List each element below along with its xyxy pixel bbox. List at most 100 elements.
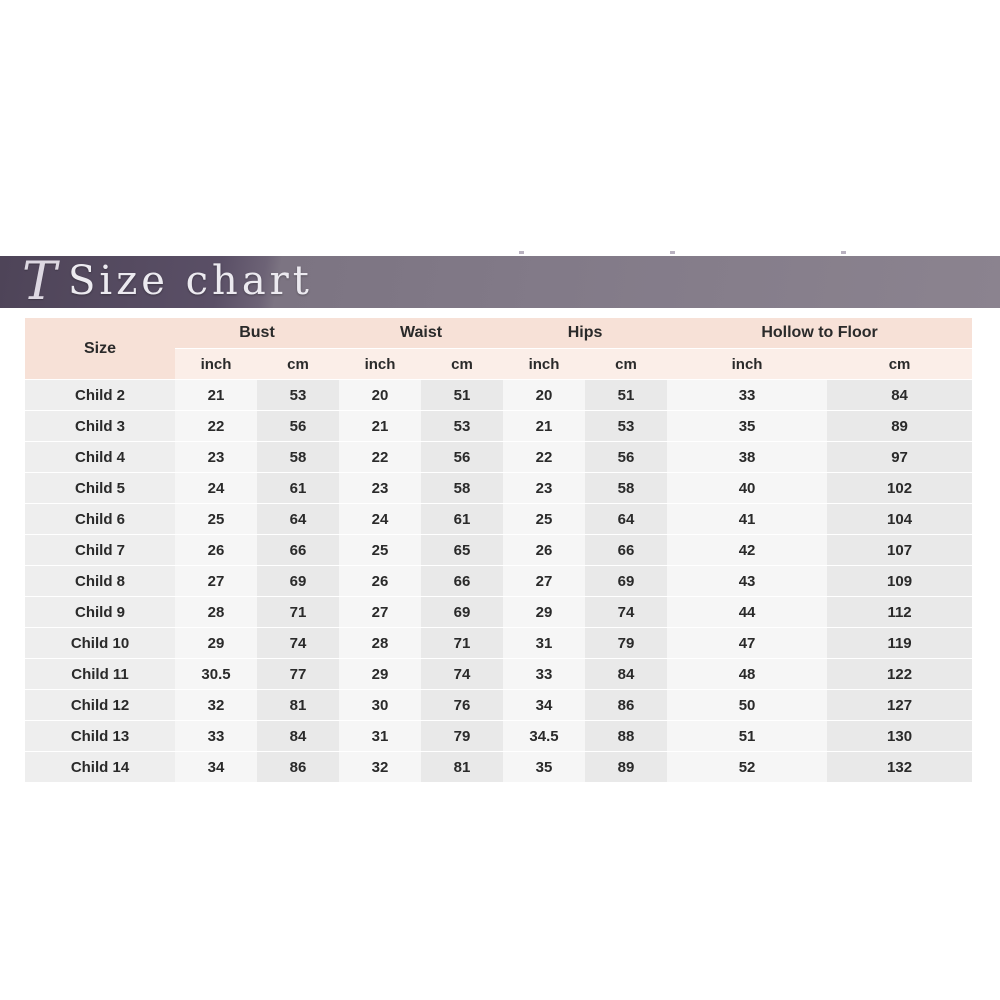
cell-waist-cm: 79 bbox=[421, 721, 504, 751]
cell-waist-inch: 32 bbox=[339, 752, 421, 782]
table-header-group-row: Size Bust Waist Hips Hollow to Floor bbox=[25, 318, 973, 379]
cell-size: Child 13 bbox=[25, 721, 175, 751]
column-header-waist-inch: inch bbox=[339, 349, 421, 379]
cell-waist-inch: 26 bbox=[339, 566, 421, 596]
cell-hips-inch: 33 bbox=[503, 659, 586, 689]
table-row: Child 10 29 74 28 71 31 79 47 119 bbox=[25, 628, 973, 658]
cell-hips-cm: 89 bbox=[585, 752, 668, 782]
column-header-size: Size bbox=[25, 318, 175, 379]
column-header-hollow-to-floor: Hollow to Floor bbox=[667, 318, 973, 348]
cell-waist-inch: 21 bbox=[339, 411, 421, 441]
cell-hollow-inch: 52 bbox=[667, 752, 828, 782]
cell-hollow-cm: 132 bbox=[827, 752, 973, 782]
cell-bust-cm: 74 bbox=[257, 628, 339, 658]
column-header-hollow-cm: cm bbox=[827, 349, 973, 379]
cell-hips-inch: 29 bbox=[503, 597, 586, 627]
cell-hollow-inch: 41 bbox=[667, 504, 828, 534]
column-header-hollow-inch: inch bbox=[667, 349, 828, 379]
cell-size: Child 2 bbox=[25, 380, 175, 410]
cell-hollow-inch: 42 bbox=[667, 535, 828, 565]
page-title: Size chart bbox=[68, 258, 313, 304]
cell-hollow-cm: 89 bbox=[827, 411, 973, 441]
cell-hollow-inch: 35 bbox=[667, 411, 828, 441]
cell-hips-cm: 53 bbox=[585, 411, 668, 441]
cell-waist-cm: 69 bbox=[421, 597, 504, 627]
cell-waist-inch: 23 bbox=[339, 473, 421, 503]
cell-hips-cm: 86 bbox=[585, 690, 668, 720]
cell-hips-inch: 23 bbox=[503, 473, 586, 503]
cell-hips-cm: 56 bbox=[585, 442, 668, 472]
cell-size: Child 10 bbox=[25, 628, 175, 658]
cell-waist-inch: 20 bbox=[339, 380, 421, 410]
cell-waist-cm: 51 bbox=[421, 380, 504, 410]
cell-hollow-cm: 107 bbox=[827, 535, 973, 565]
cell-waist-cm: 74 bbox=[421, 659, 504, 689]
table-row: Child 7 26 66 25 65 26 66 42 107 bbox=[25, 535, 973, 565]
cell-waist-cm: 71 bbox=[421, 628, 504, 658]
cell-hollow-cm: 102 bbox=[827, 473, 973, 503]
cell-hollow-inch: 33 bbox=[667, 380, 828, 410]
cell-hollow-cm: 84 bbox=[827, 380, 973, 410]
cell-waist-cm: 81 bbox=[421, 752, 504, 782]
cell-hips-cm: 69 bbox=[585, 566, 668, 596]
cell-hollow-cm: 122 bbox=[827, 659, 973, 689]
artifact-speck bbox=[670, 251, 675, 254]
cell-waist-inch: 30 bbox=[339, 690, 421, 720]
cell-hips-inch: 20 bbox=[503, 380, 586, 410]
cell-hollow-cm: 97 bbox=[827, 442, 973, 472]
cell-hollow-inch: 48 bbox=[667, 659, 828, 689]
artifact-speck bbox=[519, 251, 524, 254]
cell-hips-inch: 26 bbox=[503, 535, 586, 565]
cell-hips-inch: 31 bbox=[503, 628, 586, 658]
cell-bust-inch: 25 bbox=[175, 504, 257, 534]
cell-bust-inch: 24 bbox=[175, 473, 257, 503]
size-chart-table: Size Bust Waist Hips Hollow to Floor inc… bbox=[25, 317, 973, 783]
table-body: Child 2 21 53 20 51 20 51 33 84 Child 3 22 56 21 53 21… bbox=[25, 380, 973, 782]
cell-hollow-cm: 127 bbox=[827, 690, 973, 720]
table-row: Child 6 25 64 24 61 25 64 41 104 bbox=[25, 504, 973, 534]
column-header-waist: Waist bbox=[339, 318, 504, 348]
table-row: Child 2 21 53 20 51 20 51 33 84 bbox=[25, 380, 973, 410]
cell-hips-cm: 88 bbox=[585, 721, 668, 751]
cell-bust-cm: 66 bbox=[257, 535, 339, 565]
table-row: Child 12 32 81 30 76 34 86 50 127 bbox=[25, 690, 973, 720]
table-row: Child 4 23 58 22 56 22 56 38 97 bbox=[25, 442, 973, 472]
cell-bust-inch: 33 bbox=[175, 721, 257, 751]
cell-hollow-cm: 119 bbox=[827, 628, 973, 658]
column-header-hips: Hips bbox=[503, 318, 668, 348]
table-row: Child 14 34 86 32 81 35 89 52 132 bbox=[25, 752, 973, 782]
cell-hips-inch: 34.5 bbox=[503, 721, 586, 751]
cell-size: Child 8 bbox=[25, 566, 175, 596]
cell-waist-cm: 53 bbox=[421, 411, 504, 441]
cell-hollow-inch: 51 bbox=[667, 721, 828, 751]
size-chart-banner: T Size chart bbox=[0, 256, 1000, 308]
cell-hips-inch: 25 bbox=[503, 504, 586, 534]
cell-bust-inch: 34 bbox=[175, 752, 257, 782]
cell-bust-inch: 22 bbox=[175, 411, 257, 441]
cell-size: Child 6 bbox=[25, 504, 175, 534]
table-row: Child 9 28 71 27 69 29 74 44 112 bbox=[25, 597, 973, 627]
cell-bust-inch: 23 bbox=[175, 442, 257, 472]
cell-waist-cm: 56 bbox=[421, 442, 504, 472]
cell-size: Child 14 bbox=[25, 752, 175, 782]
column-header-bust: Bust bbox=[175, 318, 339, 348]
cell-hollow-inch: 50 bbox=[667, 690, 828, 720]
cell-waist-inch: 31 bbox=[339, 721, 421, 751]
cell-hollow-inch: 47 bbox=[667, 628, 828, 658]
table-row: Child 13 33 84 31 79 34.5 88 51 130 bbox=[25, 721, 973, 751]
cell-hips-cm: 84 bbox=[585, 659, 668, 689]
cell-bust-cm: 53 bbox=[257, 380, 339, 410]
column-header-bust-inch: inch bbox=[175, 349, 257, 379]
column-header-waist-cm: cm bbox=[421, 349, 504, 379]
cell-waist-cm: 61 bbox=[421, 504, 504, 534]
cell-hips-cm: 79 bbox=[585, 628, 668, 658]
cell-hips-inch: 35 bbox=[503, 752, 586, 782]
cell-bust-inch: 29 bbox=[175, 628, 257, 658]
column-header-hips-cm: cm bbox=[585, 349, 668, 379]
cell-bust-inch: 32 bbox=[175, 690, 257, 720]
cell-waist-inch: 29 bbox=[339, 659, 421, 689]
cell-bust-cm: 69 bbox=[257, 566, 339, 596]
table-row: Child 11 30.5 77 29 74 33 84 48 122 bbox=[25, 659, 973, 689]
cell-waist-cm: 65 bbox=[421, 535, 504, 565]
cell-hips-cm: 74 bbox=[585, 597, 668, 627]
